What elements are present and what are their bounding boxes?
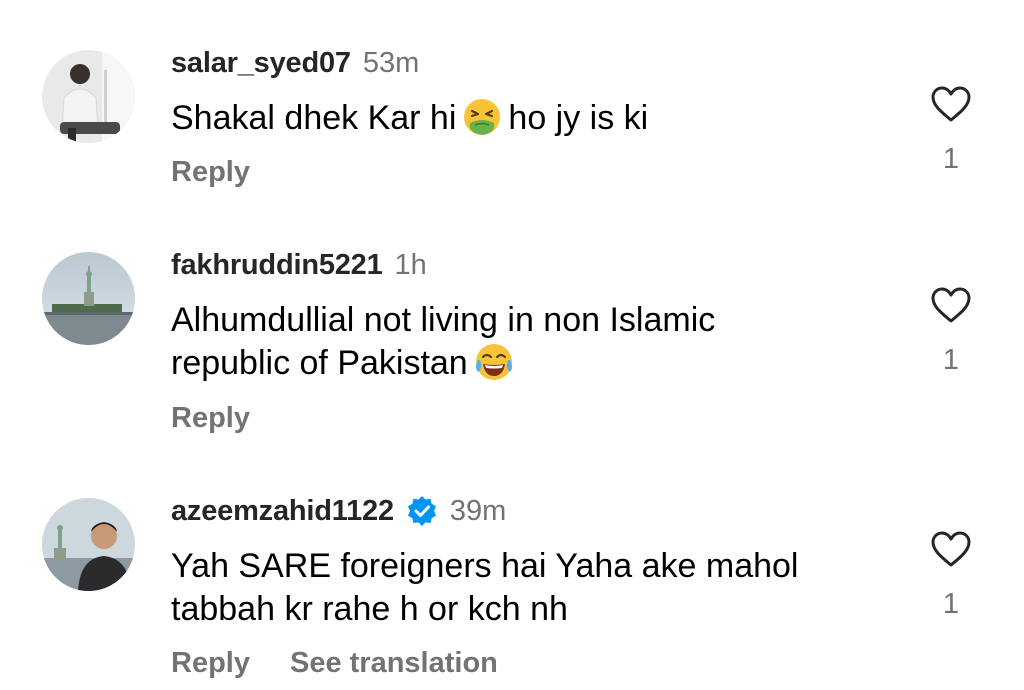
username[interactable]: azeemzahid1122 (171, 495, 394, 527)
comment-time: 39m (449, 495, 507, 527)
avatar[interactable] (42, 252, 135, 345)
comment-text-line: Alhumdullial not living in non Islamic (171, 301, 716, 339)
reply-button[interactable]: Reply (171, 156, 250, 188)
like-area: 1 (928, 530, 974, 620)
username[interactable]: salar_syed07 (171, 47, 351, 79)
comment-time: 1h (394, 249, 427, 281)
comment-time: 53m (362, 47, 420, 79)
comment-text-line: republic of Pakistan (171, 342, 871, 385)
comment-actions: Reply (171, 402, 290, 435)
nauseated-face-icon (462, 97, 502, 137)
like-area: 1 (928, 286, 974, 376)
comment-actions: Reply (171, 156, 290, 189)
comment-actions: Reply See translation (171, 647, 538, 680)
comment-header: salar_syed07 53m (171, 47, 419, 79)
avatar[interactable] (42, 50, 135, 143)
comment-text-part: ho jy is ki (508, 99, 649, 137)
like-area: 1 (928, 85, 974, 175)
comment-text: Yah SARE foreigners hai Yaha ake mahol t… (171, 545, 871, 631)
comment-header: fakhruddin5221 1h (171, 249, 427, 281)
comment-item: salar_syed07 53m Shakal dhek Kar hi ho j… (0, 0, 1024, 230)
comment-text-line: tabbah kr rahe h or kch nh (171, 590, 568, 628)
like-count: 1 (942, 588, 960, 620)
comment-text: Alhumdullial not living in non Islamic r… (171, 299, 871, 385)
comment-text: Shakal dhek Kar hi ho jy is ki (171, 97, 871, 140)
comment-header: azeemzahid1122 39m (171, 495, 506, 527)
see-translation-button[interactable]: See translation (290, 647, 498, 679)
comment-text-line: Yah SARE foreigners hai Yaha ake mahol (171, 547, 799, 585)
reply-button[interactable]: Reply (171, 647, 250, 679)
comment-text-part: Shakal dhek Kar hi (171, 99, 457, 137)
face-with-tears-of-joy-icon (474, 342, 514, 382)
verified-badge-icon (406, 495, 438, 527)
comment-item: azeemzahid1122 39m Yah SARE foreigners h… (0, 470, 1024, 690)
avatar[interactable] (42, 498, 135, 591)
heart-outline-icon[interactable] (930, 530, 972, 568)
reply-button[interactable]: Reply (171, 402, 250, 434)
heart-outline-icon[interactable] (930, 85, 972, 123)
username[interactable]: fakhruddin5221 (171, 249, 383, 281)
comment-text-part: republic of Pakistan (171, 344, 468, 382)
like-count: 1 (942, 344, 960, 376)
heart-outline-icon[interactable] (930, 286, 972, 324)
comment-item: fakhruddin5221 1h Alhumdullial not livin… (0, 230, 1024, 470)
like-count: 1 (942, 143, 960, 175)
